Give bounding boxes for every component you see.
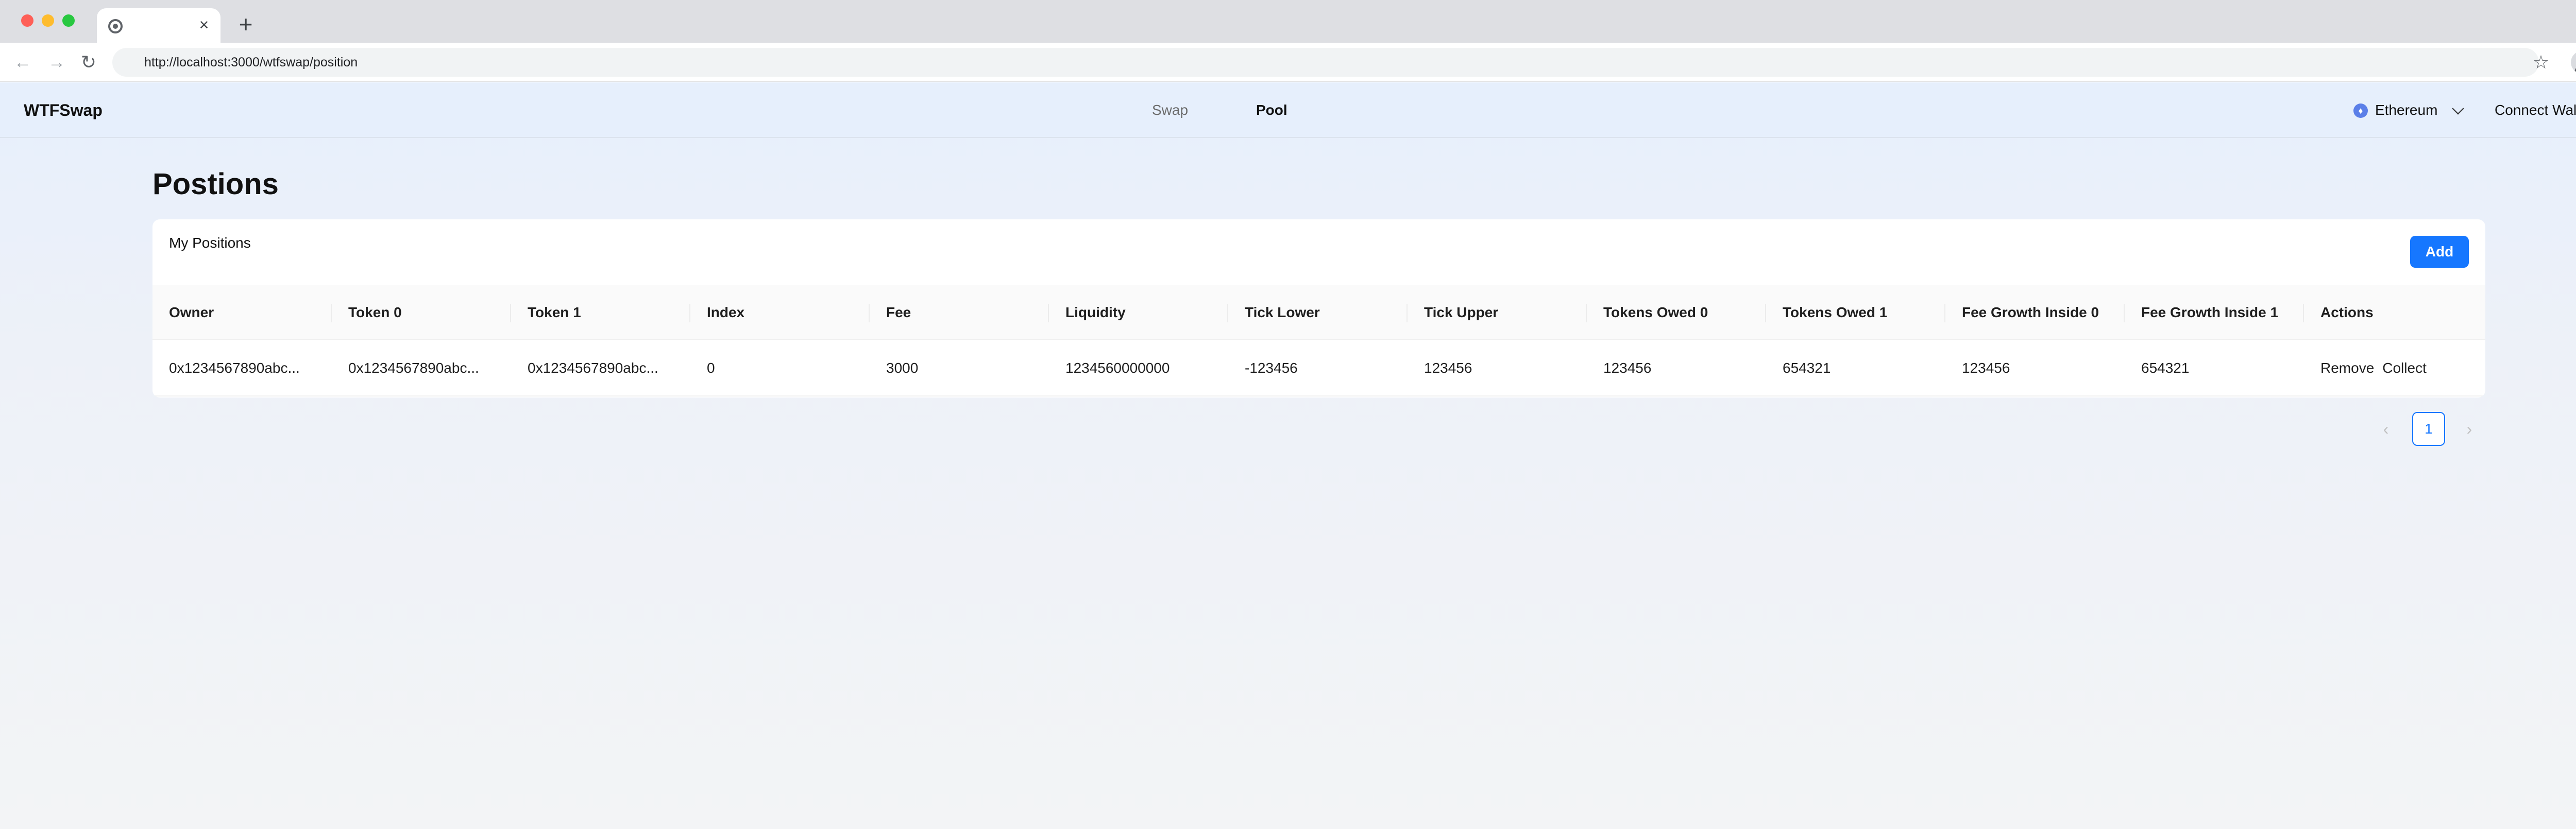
table-header: Owner Token 0 Token 1 Index Fee Liquidit… (152, 285, 2485, 340)
cell-tokens-owed-1: 654321 (1783, 360, 1831, 376)
column-header-fee: Fee (870, 285, 1049, 340)
column-header-token0: Token 0 (332, 285, 511, 340)
forward-arrow-icon[interactable]: → (46, 52, 67, 73)
column-header-liquidity: Liquidity (1049, 285, 1228, 340)
connect-wallet-button[interactable]: Connect Wallet (2495, 82, 2576, 138)
prev-page-icon[interactable]: ‹ (2370, 412, 2402, 446)
column-header-tokens-owed-0: Tokens Owed 0 (1587, 285, 1766, 340)
column-header-fee-growth-1: Fee Growth Inside 1 (2125, 285, 2304, 340)
positions-card: My Positions Add Owner Token 0 Token 1 I… (152, 219, 2485, 398)
column-header-tick-upper: Tick Upper (1408, 285, 1587, 340)
reload-icon[interactable]: ↻ (78, 52, 99, 73)
cell-actions: Remove Collect (2304, 340, 2485, 396)
cell-tick-lower: -123456 (1245, 360, 1298, 376)
nav-swap-link[interactable]: Swap (1152, 82, 1188, 138)
column-header-owner: Owner (152, 285, 332, 340)
browser-tabstrip: × + (0, 0, 2576, 43)
browser-toolbar: ← → ↻ http://localhost:3000/wtfswap/posi… (0, 43, 2576, 82)
new-tab-icon[interactable]: + (234, 12, 258, 36)
collect-link[interactable]: Collect (2382, 360, 2427, 376)
browser-tab[interactable]: × (97, 8, 221, 43)
add-position-button[interactable]: Add (2410, 236, 2469, 268)
chevron-down-icon (2452, 102, 2464, 115)
app-page: WTFSwap Swap Pool ♦ Ethereum Connect Wal… (0, 82, 2576, 829)
page-number-button[interactable]: 1 (2412, 412, 2445, 446)
app-header: WTFSwap Swap Pool ♦ Ethereum Connect Wal… (0, 82, 2576, 138)
cell-owner: 0x1234567890abc... (169, 360, 300, 376)
column-header-fee-growth-0: Fee Growth Inside 0 (1945, 285, 2125, 340)
cell-token1: 0x1234567890abc... (528, 360, 658, 376)
back-arrow-icon[interactable]: ← (12, 52, 33, 73)
cell-tick-upper: 123456 (1424, 360, 1472, 376)
column-header-tick-lower: Tick Lower (1228, 285, 1408, 340)
page-title: Postions (152, 167, 279, 201)
next-page-icon[interactable]: › (2453, 412, 2485, 446)
column-header-actions: Actions (2320, 304, 2374, 320)
nav-pool-link[interactable]: Pool (1256, 82, 1287, 138)
window-close-button[interactable] (21, 14, 33, 27)
cell-index: 0 (707, 360, 715, 376)
ethereum-icon: ♦ (2353, 103, 2368, 118)
address-bar[interactable]: http://localhost:3000/wtfswap/position (112, 48, 2539, 77)
remove-link[interactable]: Remove (2320, 360, 2374, 376)
app-logo[interactable]: WTFSwap (24, 82, 103, 138)
cell-fee-growth-1: 654321 (2141, 360, 2190, 376)
tab-close-icon[interactable]: × (195, 15, 213, 34)
network-label: Ethereum (2375, 102, 2438, 118)
column-header-token1: Token 1 (511, 285, 690, 340)
url-text[interactable]: http://localhost:3000/wtfswap/position (144, 48, 358, 77)
pagination: ‹ 1 › (2370, 412, 2485, 446)
cell-fee: 3000 (886, 360, 919, 376)
window-minimize-button[interactable] (42, 14, 54, 27)
cell-liquidity: 1234560000000 (1065, 360, 1170, 376)
column-header-tokens-owed-1: Tokens Owed 1 (1766, 285, 1945, 340)
cell-token0: 0x1234567890abc... (348, 360, 479, 376)
column-header-index: Index (690, 285, 870, 340)
network-selector[interactable]: ♦ Ethereum (2353, 98, 2469, 123)
chrome-favicon-icon (108, 19, 123, 33)
cell-fee-growth-0: 123456 (1962, 360, 2010, 376)
table-row: 0x1234567890abc... 0x1234567890abc... 0x… (152, 340, 2485, 396)
profile-avatar-icon[interactable] (2571, 51, 2576, 74)
bookmark-star-icon[interactable]: ☆ (2531, 52, 2551, 73)
window-zoom-button[interactable] (62, 14, 75, 27)
cell-tokens-owed-0: 123456 (1603, 360, 1652, 376)
card-title: My Positions (169, 235, 251, 251)
